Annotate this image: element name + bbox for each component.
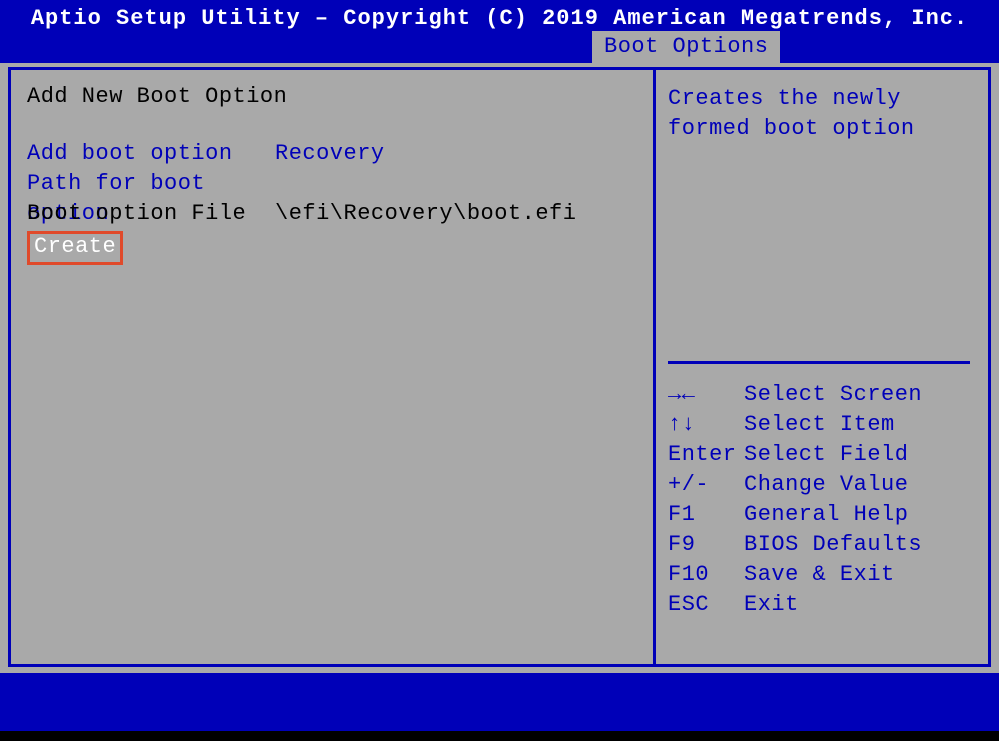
option-label: Boot option File Path bbox=[27, 199, 275, 229]
content: Add New Boot Option Add boot option Reco… bbox=[0, 63, 999, 673]
divider bbox=[668, 361, 970, 364]
option-row[interactable]: Path for boot option bbox=[27, 169, 643, 199]
legend-row: Enter Select Field bbox=[668, 440, 970, 470]
main-panel: Add New Boot Option Add boot option Reco… bbox=[8, 67, 656, 667]
legend-desc: Select Item bbox=[744, 410, 970, 440]
legend-desc: BIOS Defaults bbox=[744, 530, 970, 560]
legend-desc: Exit bbox=[744, 590, 970, 620]
bottom-bar bbox=[0, 731, 999, 741]
legend-key: Enter bbox=[668, 440, 744, 470]
legend-row: +/- Change Value bbox=[668, 470, 970, 500]
footer bbox=[0, 673, 999, 731]
tab-row: Boot Options bbox=[0, 31, 999, 63]
create-row: Create bbox=[27, 231, 643, 265]
legend-key: →← bbox=[668, 380, 744, 410]
header: Aptio Setup Utility – Copyright (C) 2019… bbox=[0, 0, 999, 63]
help-line: formed boot option bbox=[668, 114, 970, 144]
legend-key: F1 bbox=[668, 500, 744, 530]
create-button[interactable]: Create bbox=[27, 231, 123, 265]
legend-row: ESC Exit bbox=[668, 590, 970, 620]
legend-row: ↑↓ Select Item bbox=[668, 410, 970, 440]
legend-row: →← Select Screen bbox=[668, 380, 970, 410]
header-title: Aptio Setup Utility – Copyright (C) 2019… bbox=[0, 6, 999, 31]
option-row: Boot option File Path \efi\Recovery\boot… bbox=[27, 199, 643, 229]
legend-key: ↑↓ bbox=[668, 410, 744, 440]
option-label: Add boot option bbox=[27, 139, 275, 169]
legend-key: +/- bbox=[668, 470, 744, 500]
option-row[interactable]: Add boot option Recovery bbox=[27, 139, 643, 169]
legend-key: F9 bbox=[668, 530, 744, 560]
legend-row: F9 BIOS Defaults bbox=[668, 530, 970, 560]
section-title: Add New Boot Option bbox=[27, 84, 643, 109]
legend-desc: Select Screen bbox=[744, 380, 970, 410]
legend-row: F1 General Help bbox=[668, 500, 970, 530]
legend-key: ESC bbox=[668, 590, 744, 620]
tab-boot-options[interactable]: Boot Options bbox=[592, 31, 780, 63]
legend-row: F10 Save & Exit bbox=[668, 560, 970, 590]
legend-desc: Save & Exit bbox=[744, 560, 970, 590]
help-panel: Creates the newly formed boot option →← … bbox=[653, 67, 991, 667]
option-value: Recovery bbox=[275, 139, 643, 169]
legend-desc: Change Value bbox=[744, 470, 970, 500]
option-value: \efi\Recovery\boot.efi bbox=[275, 199, 643, 229]
option-label: Path for boot option bbox=[27, 169, 275, 199]
bios-screen: Aptio Setup Utility – Copyright (C) 2019… bbox=[0, 0, 999, 741]
legend: →← Select Screen ↑↓ Select Item Enter Se… bbox=[668, 380, 970, 620]
help-line: Creates the newly bbox=[668, 84, 970, 114]
legend-desc: General Help bbox=[744, 500, 970, 530]
option-value bbox=[275, 169, 643, 199]
legend-desc: Select Field bbox=[744, 440, 970, 470]
legend-key: F10 bbox=[668, 560, 744, 590]
